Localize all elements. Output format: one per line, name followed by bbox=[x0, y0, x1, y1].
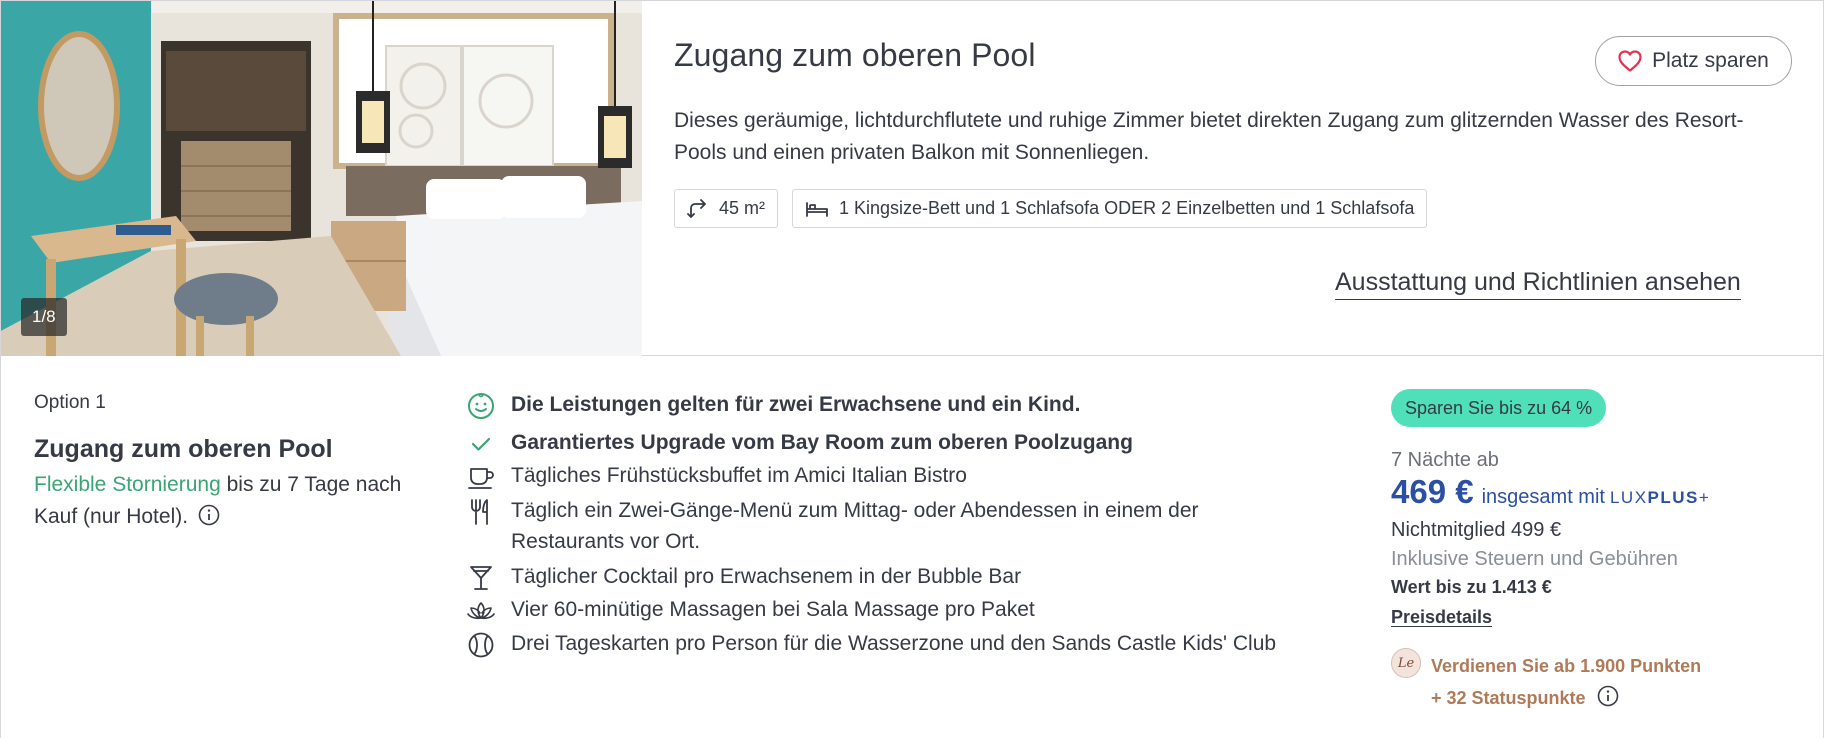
room-photo[interactable]: 1/8 bbox=[1, 1, 642, 356]
cancellation-policy: Flexible Stornierung bis zu 7 Tage nach … bbox=[34, 469, 404, 533]
inclusion-text: Drei Tageskarten pro Person für die Wass… bbox=[511, 631, 1277, 655]
room-size-label: 45 m² bbox=[719, 198, 766, 218]
heart-icon bbox=[1618, 50, 1642, 72]
inclusion-text: Vier 60-minütige Massagen bei Sala Massa… bbox=[511, 598, 1035, 621]
nonmember-price: 499 € bbox=[1511, 519, 1562, 541]
info-icon[interactable] bbox=[198, 504, 220, 526]
member-price: 469 € bbox=[1391, 473, 1474, 510]
cocktail-icon bbox=[467, 564, 495, 592]
inclusions-list: Die Leistungen gelten für zwei Erwachsen… bbox=[467, 389, 1317, 659]
inclusion-text: Garantiertes Upgrade vom Bay Room zum ob… bbox=[511, 430, 1133, 454]
coffee-cup-icon bbox=[467, 463, 495, 491]
nights-label: 7 Nächte ab bbox=[1391, 449, 1499, 471]
inclusion-item: Vier 60-minütige Massagen bei Sala Massa… bbox=[467, 594, 1317, 626]
nonmember-label: Nichtmitglied bbox=[1391, 519, 1506, 541]
room-photo-illustration bbox=[1, 1, 642, 356]
cutlery-icon bbox=[467, 498, 495, 526]
inclusion-item: Täglicher Cocktail pro Erwachsenem in de… bbox=[467, 561, 1317, 593]
nonmember-price-row: Nichtmitglied 499 € bbox=[1391, 519, 1561, 542]
amenities-policies-link[interactable]: Ausstattung und Richtlinien ansehen bbox=[1335, 268, 1741, 300]
save-button-label: Platz sparen bbox=[1652, 49, 1769, 72]
points-info-icon[interactable] bbox=[1597, 685, 1619, 707]
points-earnings: Verdienen Sie ab 1.900 Punkten + 32 Stat… bbox=[1431, 650, 1791, 714]
option-title: Zugang zum oberen Pool bbox=[34, 435, 333, 463]
room-description: Dieses geräumige, lichtdurchflutete und … bbox=[674, 109, 1744, 164]
member-price-row: 469 € insgesamt mit LUXPLUS+ bbox=[1391, 473, 1710, 511]
room-title: Zugang zum oberen Pool bbox=[674, 37, 1036, 73]
inclusion-text: Die Leistungen gelten für zwei Erwachsen… bbox=[511, 393, 1081, 416]
savings-badge: Sparen Sie bis zu 64 % bbox=[1391, 389, 1607, 427]
price-details-link[interactable]: Preisdetails bbox=[1391, 607, 1492, 628]
inclusion-item: Täglich ein Zwei-Gänge-Menü zum Mittag- … bbox=[467, 495, 1317, 558]
room-option-card: 1/8 Zugang zum oberen Pool Platz sparen … bbox=[0, 0, 1824, 738]
option-label: Option 1 bbox=[34, 392, 106, 413]
taxes-note: Inklusive Steuern und Gebühren bbox=[1391, 548, 1678, 570]
lux-points-logo-icon: Le bbox=[1391, 648, 1421, 678]
smiley-icon bbox=[467, 392, 495, 420]
luxplus-plus: PLUS bbox=[1647, 488, 1699, 507]
status-points-line: + 32 Statuspunkte bbox=[1431, 682, 1791, 714]
inclusion-text: Tägliches Frühstücksbuffet im Amici Ital… bbox=[511, 464, 967, 487]
inclusion-item: Drei Tageskarten pro Person für die Wass… bbox=[467, 628, 1317, 660]
inclusion-item: Tägliches Frühstücksbuffet im Amici Ital… bbox=[467, 460, 1317, 492]
room-header: 1/8 Zugang zum oberen Pool Platz sparen … bbox=[1, 1, 1823, 356]
bed-config-chip: 1 Kingsize-Bett und 1 Schlafsofa ODER 2 … bbox=[792, 189, 1428, 228]
luxplus-sign: + bbox=[1698, 488, 1711, 507]
inclusion-text: Täglicher Cocktail pro Erwachsenem in de… bbox=[511, 564, 1022, 588]
expand-arrows-icon bbox=[687, 198, 709, 220]
status-points-label: + 32 Statuspunkte bbox=[1431, 688, 1586, 708]
inclusion-text: Täglich ein Zwei-Gänge-Menü zum Mittag- … bbox=[511, 498, 1199, 554]
save-button[interactable]: Platz sparen bbox=[1595, 36, 1792, 86]
worth-value: Wert bis zu 1.413 € bbox=[1391, 577, 1552, 597]
bed-config-label: 1 Kingsize-Bett und 1 Schlafsofa ODER 2 … bbox=[839, 198, 1415, 218]
bed-icon bbox=[805, 200, 829, 218]
room-size-chip: 45 m² bbox=[674, 189, 779, 228]
inclusion-item: Garantiertes Upgrade vom Bay Room zum ob… bbox=[467, 427, 1317, 459]
luxplus-lux: LUX bbox=[1609, 488, 1648, 507]
luxplus-logo: LUXPLUS+ bbox=[1610, 488, 1710, 508]
lotus-icon bbox=[467, 597, 495, 625]
tennis-ball-icon bbox=[467, 631, 495, 659]
photo-counter: 1/8 bbox=[21, 298, 67, 336]
points-line: Verdienen Sie ab 1.900 Punkten bbox=[1431, 656, 1702, 676]
price-suffix: insgesamt mit bbox=[1481, 486, 1605, 508]
checkmark-icon bbox=[467, 430, 495, 458]
flexible-cancellation-label: Flexible Stornierung bbox=[34, 473, 221, 496]
inclusion-item: Die Leistungen gelten für zwei Erwachsen… bbox=[467, 389, 1317, 421]
